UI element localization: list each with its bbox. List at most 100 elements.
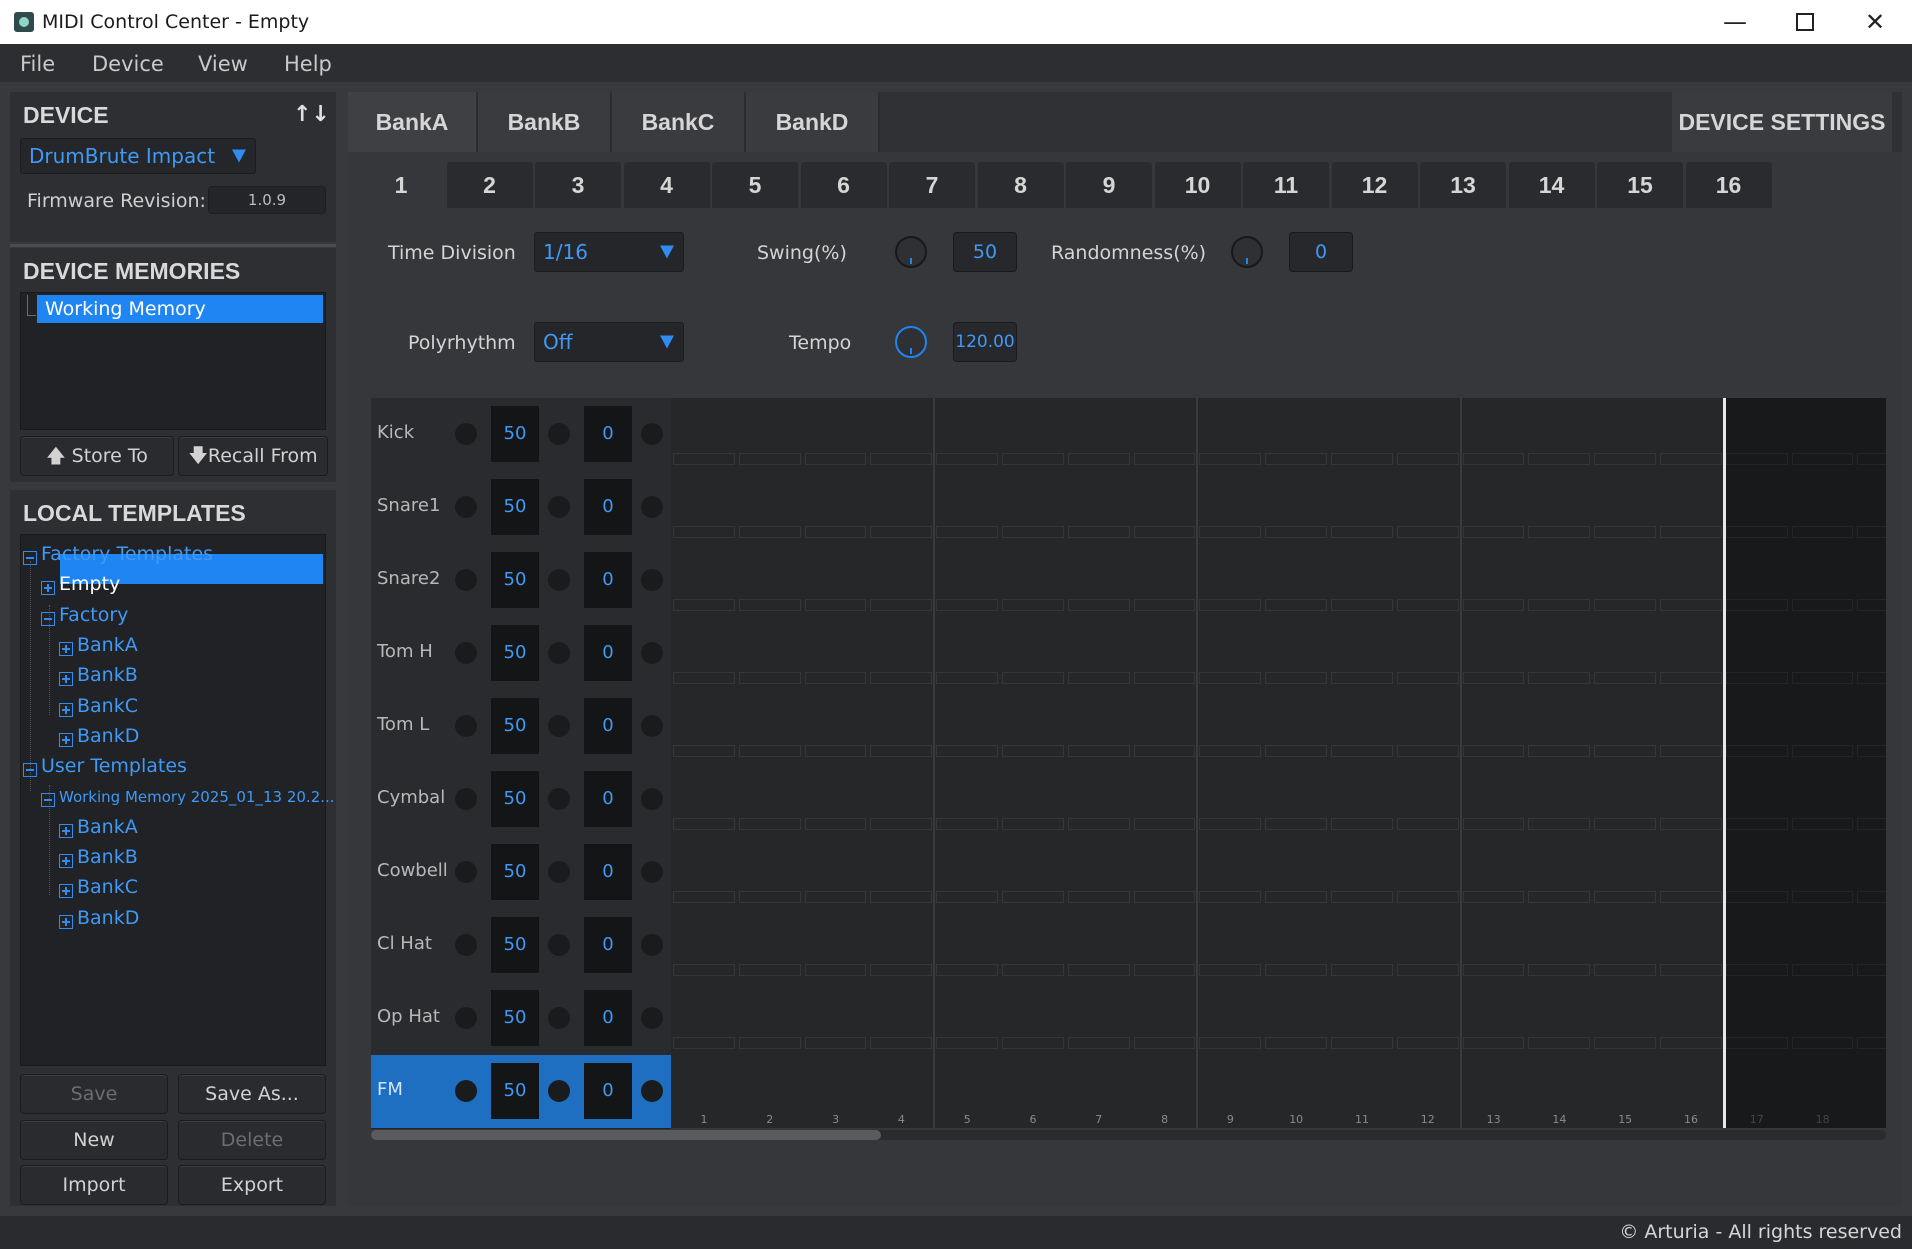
step-cell[interactable] <box>1526 544 1594 618</box>
pattern-tab-1[interactable]: 1 <box>358 162 444 208</box>
step-cell[interactable] <box>934 982 1001 1056</box>
step-cell[interactable] <box>1263 471 1330 545</box>
mute-button[interactable] <box>455 1080 477 1102</box>
pattern-tab-3[interactable]: 3 <box>535 162 621 208</box>
expand-icon[interactable] <box>59 641 73 656</box>
step-cell[interactable] <box>1460 471 1528 545</box>
tree-item[interactable]: User Templates <box>41 755 187 777</box>
step-cell[interactable] <box>1197 471 1265 545</box>
step-cell[interactable] <box>1855 617 1886 691</box>
step-cell[interactable] <box>1855 690 1886 764</box>
step-cell[interactable] <box>1526 398 1594 472</box>
pattern-tab-15[interactable]: 15 <box>1597 162 1683 208</box>
track-value[interactable]: 0 <box>584 1063 632 1119</box>
step-cell[interactable] <box>1592 763 1659 837</box>
step-cell[interactable] <box>1658 690 1725 764</box>
time-division-select[interactable]: 1/16 <box>534 232 684 272</box>
step-cell[interactable] <box>1263 690 1330 764</box>
step-cell[interactable] <box>1263 544 1330 618</box>
up-down-arrows-icon[interactable]: ↑↓ <box>293 102 330 127</box>
step-cell[interactable] <box>1526 909 1594 983</box>
scrollbar-thumb[interactable] <box>371 1130 881 1140</box>
solo-button[interactable] <box>548 861 570 883</box>
step-cell[interactable] <box>1789 544 1857 618</box>
mute-button[interactable] <box>455 423 477 445</box>
track-level[interactable]: 50 <box>491 698 539 754</box>
pattern-tab-4[interactable]: 4 <box>623 162 710 208</box>
step-cell[interactable] <box>671 690 738 764</box>
tree-item[interactable]: BankB <box>77 664 138 686</box>
step-cell[interactable] <box>1197 544 1265 618</box>
step-cell[interactable] <box>934 544 1001 618</box>
menu-view[interactable]: View <box>198 52 248 76</box>
tree-item[interactable]: Working Memory 2025_01_13 20.2... <box>59 788 335 806</box>
track-row[interactable]: Op Hat 50 0 <box>371 982 671 1056</box>
step-cell[interactable] <box>1789 690 1857 764</box>
pattern-tab-16[interactable]: 16 <box>1685 162 1772 208</box>
step-cell[interactable] <box>671 544 738 618</box>
swing-knob[interactable] <box>895 236 927 268</box>
step-cell[interactable] <box>1131 544 1199 618</box>
step-cell[interactable] <box>1723 544 1791 618</box>
save-button[interactable]: Save <box>20 1074 168 1114</box>
step-cell[interactable] <box>671 398 738 472</box>
step-cell[interactable] <box>1658 836 1725 910</box>
menu-help[interactable]: Help <box>284 52 332 76</box>
step-cell[interactable] <box>671 836 738 910</box>
tree-item[interactable]: BankB <box>77 846 138 868</box>
solo-button[interactable] <box>548 1007 570 1029</box>
step-cell[interactable] <box>1329 544 1396 618</box>
step-cell[interactable] <box>1131 836 1199 910</box>
device-select[interactable]: DrumBrute Impact <box>20 138 256 174</box>
step-cell[interactable] <box>1394 982 1462 1056</box>
step-cell[interactable] <box>1065 471 1133 545</box>
step-cell[interactable] <box>1460 617 1528 691</box>
track-row[interactable]: Cl Hat 50 0 <box>371 909 671 983</box>
step-cell[interactable] <box>1592 909 1659 983</box>
track-value[interactable]: 0 <box>584 698 632 754</box>
step-cell[interactable] <box>1329 617 1396 691</box>
step-cell[interactable] <box>1329 909 1396 983</box>
step-cell[interactable] <box>1065 544 1133 618</box>
step-cell[interactable] <box>802 471 870 545</box>
pattern-tab-11[interactable]: 11 <box>1243 162 1329 208</box>
track-row[interactable]: FM 50 0 <box>371 1055 671 1129</box>
track-value[interactable]: 0 <box>584 552 632 608</box>
step-cell[interactable] <box>802 398 870 472</box>
step-cell[interactable] <box>802 544 870 618</box>
recall-from-button[interactable]: 🡇Recall From <box>178 436 328 476</box>
step-cell[interactable] <box>1197 690 1265 764</box>
tree-item[interactable]: BankC <box>77 695 138 717</box>
pattern-tab-7[interactable]: 7 <box>889 162 975 208</box>
step-cell[interactable] <box>1131 982 1199 1056</box>
pattern-tab-12[interactable]: 12 <box>1331 162 1418 208</box>
step-cell[interactable] <box>1000 617 1067 691</box>
step-cell[interactable] <box>1197 836 1265 910</box>
step-cell[interactable] <box>1723 398 1791 472</box>
step-cell[interactable] <box>671 763 738 837</box>
step-cell[interactable] <box>1065 763 1133 837</box>
step-cell[interactable] <box>1723 617 1791 691</box>
track-option-button[interactable] <box>641 642 663 664</box>
device-settings-tab[interactable]: DEVICE SETTINGS <box>1672 92 1892 152</box>
expand-icon[interactable] <box>59 702 73 717</box>
track-row[interactable]: Cowbell 50 0 <box>371 836 671 910</box>
mute-button[interactable] <box>455 1007 477 1029</box>
step-cell[interactable] <box>1329 763 1396 837</box>
save-as-button[interactable]: Save As... <box>178 1074 326 1114</box>
track-option-button[interactable] <box>641 569 663 591</box>
track-level[interactable]: 50 <box>491 625 539 681</box>
tree-item[interactable]: Factory Templates <box>41 543 213 565</box>
step-cell[interactable] <box>1197 982 1265 1056</box>
maximize-icon[interactable] <box>1770 0 1840 44</box>
step-cell[interactable] <box>1855 836 1886 910</box>
step-cell[interactable] <box>934 909 1001 983</box>
minimize-icon[interactable]: — <box>1700 0 1770 44</box>
track-option-button[interactable] <box>641 1007 663 1029</box>
step-cell[interactable] <box>1592 398 1659 472</box>
step-cell[interactable] <box>1789 763 1857 837</box>
step-cell[interactable] <box>1526 690 1594 764</box>
step-cell[interactable] <box>868 398 936 472</box>
step-cell[interactable] <box>1065 909 1133 983</box>
collapse-icon[interactable] <box>41 793 55 808</box>
